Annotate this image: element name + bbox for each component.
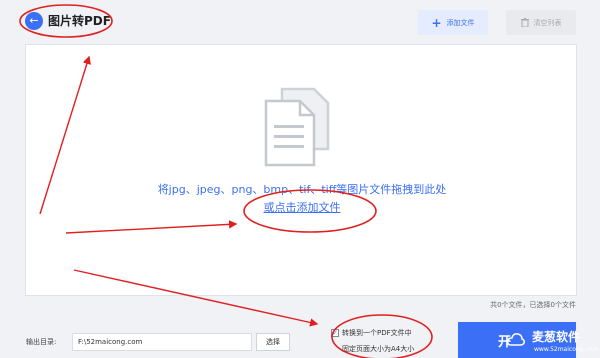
- clear-list-button[interactable]: 清空列表: [506, 10, 576, 35]
- browse-button[interactable]: 选择: [256, 333, 290, 351]
- click-add-file-link[interactable]: 或点击添加文件: [26, 199, 578, 215]
- document-files-icon: [264, 87, 330, 167]
- merge-checkbox[interactable]: ✓: [331, 329, 339, 337]
- back-button[interactable]: ←: [25, 12, 43, 30]
- output-dir-label: 输出目录:: [26, 338, 57, 346]
- clear-list-label: 清空列表: [533, 18, 562, 27]
- watermark-name: 麦葱软件: [532, 330, 581, 344]
- drop-hint-text: 将jpg、jpeg、png、bmp、tif、tiff等图片文件拖拽到此处: [157, 183, 447, 196]
- file-drop-zone[interactable]: 将jpg、jpeg、png、bmp、tif、tiff等图片文件拖拽到此处 或点击…: [25, 44, 577, 296]
- plus-icon: +: [431, 15, 442, 30]
- arrow-left-icon: ←: [29, 14, 39, 27]
- file-count-status: 共0个文件，已选择0个文件: [490, 301, 576, 309]
- merge-label: 转换到一个PDF文件中: [342, 329, 412, 337]
- merge-to-one-pdf-option[interactable]: ✓ 转换到一个PDF文件中: [331, 328, 412, 338]
- header-bar: ← 图片转PDF + 添加文件 清空列表: [0, 0, 600, 44]
- add-file-label: 添加文件: [446, 18, 475, 27]
- add-file-button[interactable]: + 添加文件: [418, 10, 488, 35]
- watermark: 麦葱软件 www.52maicong.com: [506, 324, 600, 358]
- trash-icon: [520, 18, 529, 27]
- cloud-logo-icon: [507, 333, 525, 346]
- output-dir-input[interactable]: [72, 333, 252, 351]
- page-title: 图片转PDF: [48, 14, 111, 28]
- watermark-url: www.52maicong.com: [534, 346, 599, 353]
- fixed-a4-size-option[interactable]: 固定页面大小为A4大小: [342, 344, 414, 354]
